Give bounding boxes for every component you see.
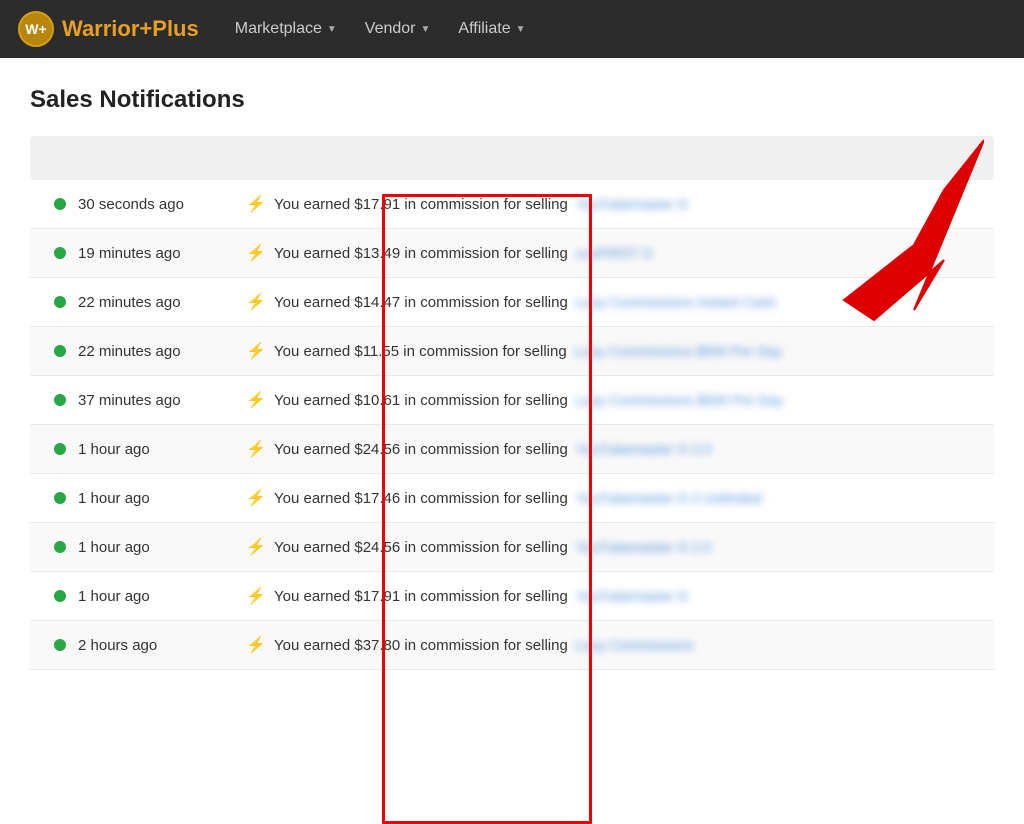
bolt-icon: ⚡: [238, 586, 274, 606]
notification-time: 1 hour ago: [78, 539, 238, 556]
status-dot-col: [42, 394, 78, 406]
product-link[interactable]: Lazy Commissions Instant Cash: [576, 294, 776, 310]
green-dot: [54, 443, 66, 455]
bolt-icon: ⚡: [238, 439, 274, 459]
navbar: W+ Warrior+Plus Marketplace ▼ Vendor ▼ A…: [0, 0, 1024, 58]
notification-row: 19 minutes ago ⚡ You earned $13.49 in co…: [30, 229, 994, 278]
notification-time: 37 minutes ago: [78, 392, 238, 409]
bolt-icon: ⚡: [238, 341, 274, 361]
product-link[interactable]: YouTubemaster ®: [576, 196, 688, 212]
bolt-icon: ⚡: [238, 194, 274, 214]
brand-logo: W+: [18, 11, 54, 47]
notification-message: You earned $13.49 in commission for sell…: [274, 245, 982, 262]
notification-row: 1 hour ago ⚡ You earned $17.91 in commis…: [30, 572, 994, 621]
green-dot: [54, 590, 66, 602]
notification-message: You earned $10.61 in commission for sell…: [274, 392, 982, 409]
brand: W+ Warrior+Plus: [18, 11, 199, 47]
notification-time: 19 minutes ago: [78, 245, 238, 262]
status-dot-col: [42, 590, 78, 602]
green-dot: [54, 247, 66, 259]
bolt-icon: ⚡: [238, 635, 274, 655]
green-dot: [54, 541, 66, 553]
product-link[interactable]: YouTubemaster ® 2 Unlimited: [576, 490, 762, 506]
green-dot: [54, 394, 66, 406]
notification-row: 22 minutes ago ⚡ You earned $14.47 in co…: [30, 278, 994, 327]
bolt-icon: ⚡: [238, 292, 274, 312]
brand-name: Warrior+Plus: [62, 16, 199, 42]
notification-row: 37 minutes ago ⚡ You earned $10.61 in co…: [30, 376, 994, 425]
bolt-icon: ⚡: [238, 537, 274, 557]
nav-affiliate-label: Affiliate: [458, 20, 510, 38]
notification-row: 1 hour ago ⚡ You earned $24.56 in commis…: [30, 425, 994, 474]
green-dot: [54, 345, 66, 357]
notification-time: 1 hour ago: [78, 490, 238, 507]
notification-message: You earned $17.91 in commission for sell…: [274, 588, 982, 605]
notification-row: 1 hour ago ⚡ You earned $24.56 in commis…: [30, 523, 994, 572]
notification-row: 30 seconds ago ⚡ You earned $17.91 in co…: [30, 180, 994, 229]
nav-vendor-label: Vendor: [365, 20, 416, 38]
green-dot: [54, 296, 66, 308]
notification-time: 22 minutes ago: [78, 294, 238, 311]
notification-message: You earned $24.56 in commission for sell…: [274, 441, 982, 458]
notification-message: You earned $37.80 in commission for sell…: [274, 637, 982, 654]
bolt-icon: ⚡: [238, 488, 274, 508]
product-link[interactable]: YouTubemaster ®: [576, 588, 688, 604]
affiliate-dropdown-icon: ▼: [516, 24, 526, 35]
green-dot: [54, 198, 66, 210]
notification-message: You earned $17.46 in commission for sell…: [274, 490, 982, 507]
notification-message: You earned $17.91 in commission for sell…: [274, 196, 982, 213]
notification-time: 1 hour ago: [78, 441, 238, 458]
bolt-icon: ⚡: [238, 243, 274, 263]
page-content: Sales Notifications 30 seconds ago ⚡ You…: [0, 58, 1024, 670]
notification-row: 22 minutes ago ⚡ You earned $11.55 in co…: [30, 327, 994, 376]
status-dot-col: [42, 541, 78, 553]
nav-marketplace-label: Marketplace: [235, 20, 322, 38]
product-link[interactable]: cusPIRST ®: [576, 245, 653, 261]
status-dot-col: [42, 296, 78, 308]
filter-bar: [30, 136, 994, 180]
notification-message: You earned $14.47 in commission for sell…: [274, 294, 982, 311]
status-dot-col: [42, 639, 78, 651]
vendor-dropdown-icon: ▼: [421, 24, 431, 35]
status-dot-col: [42, 198, 78, 210]
notification-time: 2 hours ago: [78, 637, 238, 654]
status-dot-col: [42, 345, 78, 357]
logo-text: W+: [25, 21, 46, 37]
notification-message: You earned $11.55 in commission for sell…: [274, 343, 982, 360]
notification-time: 22 minutes ago: [78, 343, 238, 360]
status-dot-col: [42, 247, 78, 259]
notifications-list: 30 seconds ago ⚡ You earned $17.91 in co…: [30, 180, 994, 670]
notification-row: 1 hour ago ⚡ You earned $17.46 in commis…: [30, 474, 994, 523]
nav-affiliate[interactable]: Affiliate ▼: [446, 14, 537, 44]
green-dot: [54, 492, 66, 504]
green-dot: [54, 639, 66, 651]
nav-marketplace[interactable]: Marketplace ▼: [223, 14, 349, 44]
product-link[interactable]: Lazy Commissions: [576, 637, 693, 653]
notification-row: 2 hours ago ⚡ You earned $37.80 in commi…: [30, 621, 994, 670]
marketplace-dropdown-icon: ▼: [327, 24, 337, 35]
bolt-icon: ⚡: [238, 390, 274, 410]
product-link[interactable]: Lazy Commissions $500 Per Day: [575, 343, 782, 359]
nav-menu: Marketplace ▼ Vendor ▼ Affiliate ▼: [223, 14, 538, 44]
status-dot-col: [42, 492, 78, 504]
product-link[interactable]: YouTubemaster ® 2.0: [576, 539, 711, 555]
notification-time: 1 hour ago: [78, 588, 238, 605]
product-link[interactable]: Lazy Commissions $500 Per Day: [576, 392, 783, 408]
product-link[interactable]: YouTubemaster ® 2.0: [576, 441, 711, 457]
notifications-table-wrapper: 30 seconds ago ⚡ You earned $17.91 in co…: [30, 180, 994, 670]
notification-time: 30 seconds ago: [78, 196, 238, 213]
nav-vendor[interactable]: Vendor ▼: [353, 14, 443, 44]
status-dot-col: [42, 443, 78, 455]
page-title: Sales Notifications: [30, 86, 994, 114]
notification-message: You earned $24.56 in commission for sell…: [274, 539, 982, 556]
